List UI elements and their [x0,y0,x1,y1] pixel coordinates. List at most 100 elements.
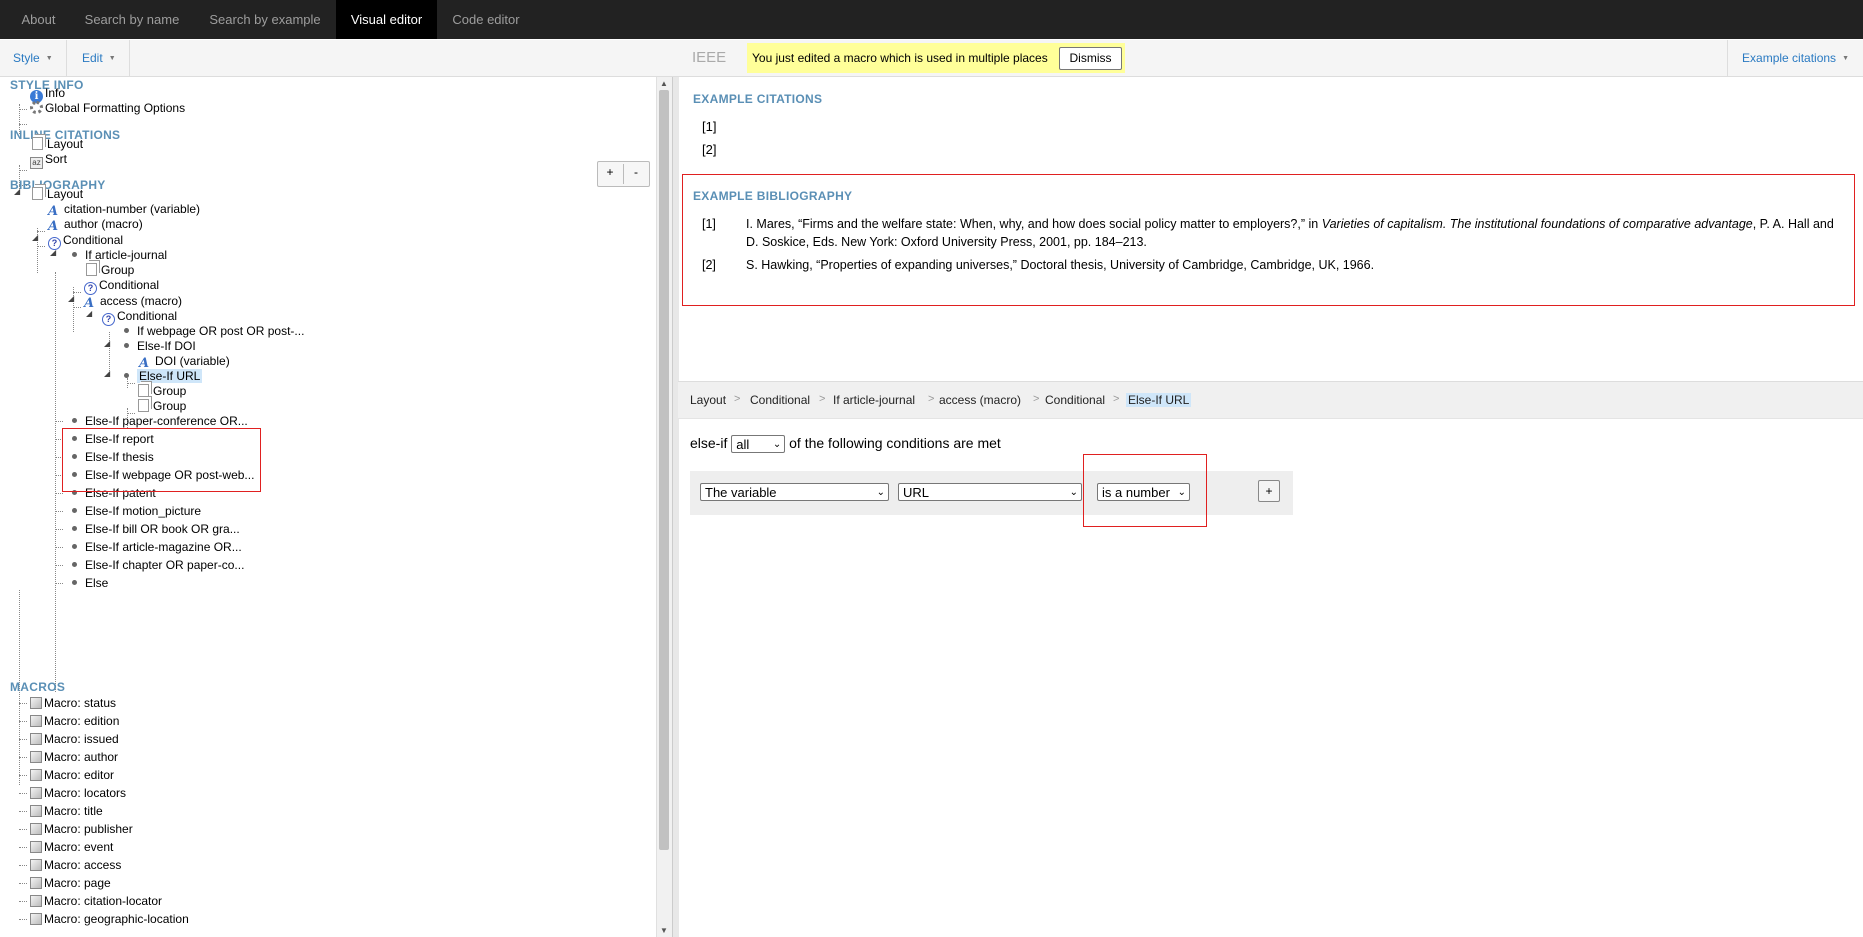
scroll-down-icon[interactable]: ▼ [660,926,668,935]
tree-item-macro[interactable]: Macro: page [30,875,111,891]
tab-visual-editor[interactable]: Visual editor [336,0,437,39]
match-select[interactable]: all ⌄ [731,435,786,453]
tree-item-macro[interactable]: Macro: geographic-location [30,911,189,927]
breadcrumb-current[interactable]: Else-If URL [1126,393,1192,407]
tree-item-doi-variable[interactable]: A DOI (variable) [139,353,230,370]
tree-item-elseif-doi[interactable]: Else-If DOI [122,338,196,354]
tree-item-inline-layout[interactable]: Layout [30,136,83,152]
breadcrumb-access-macro[interactable]: access (macro) [939,393,1021,407]
add-condition-button[interactable]: + [1258,480,1280,502]
tree-item-branch[interactable]: Else-If chapter OR paper-co... [70,557,244,573]
tree-item-citation-number[interactable]: Acitation-number (variable) [48,201,201,218]
macro-icon [30,913,42,925]
tree-item-sort[interactable]: az Sort [30,151,67,169]
breadcrumb-layout[interactable]: Layout [690,393,726,407]
tree-item-macro[interactable]: Macro: title [30,803,103,819]
style-tree-panel: STYLE INFO i Info Global Formatting Optio… [0,77,655,937]
tree-item-macro[interactable]: Macro: citation-locator [30,893,162,909]
tree-item-macro[interactable]: Macro: edition [30,713,119,729]
condition-suffix: of the following conditions are met [789,435,1001,451]
tree-item-label: Global Formatting Options [45,101,186,115]
example-citations-menu[interactable]: Example citations ▼ [1727,40,1863,76]
breadcrumb: Layout > Conditional > If article-journa… [678,381,1863,419]
tab-about[interactable]: About [0,0,77,39]
tree-item-group-2[interactable]: Group [136,398,186,414]
example-citation-1: [1] [702,119,717,134]
bullet-icon [72,252,77,257]
tree-item-group[interactable]: Group [84,262,134,278]
tree-item-global-formatting[interactable]: Global Formatting Options [30,100,185,116]
tree-item-label: Group [153,399,187,413]
collapse-toggle-icon[interactable]: ◢ [86,309,92,318]
tree-item-label: If webpage OR post OR post-... [137,324,305,338]
tree-item-macro[interactable]: Macro: author [30,749,118,765]
tree-item-label: Conditional [117,309,178,323]
tree-item-label: Group [101,263,135,277]
bibliography-entry-1: [1] I. Mares, “Firms and the welfare sta… [702,215,1852,255]
variable-select[interactable]: URL ⌄ [898,483,1082,501]
tree-item-macro[interactable]: Macro: status [30,695,116,711]
top-nav: About Search by name Search by example V… [0,0,1863,39]
breadcrumb-conditional[interactable]: Conditional [750,393,810,407]
tree-item-label: Info [45,86,66,100]
tree-item-branch[interactable]: Else-If paper-conference OR... [70,413,248,429]
test-type-select[interactable]: The variable ⌄ [700,483,889,501]
tree-item-macro[interactable]: Macro: editor [30,767,114,783]
collapse-toggle-icon[interactable]: ◢ [68,294,74,303]
breadcrumb-if-article-journal[interactable]: If article-journal [833,393,915,407]
tree-item-bib-layout[interactable]: Layout [30,186,83,202]
tree-item-label: citation-number (variable) [64,202,201,216]
breadcrumb-conditional-2[interactable]: Conditional [1045,393,1105,407]
tree-item-elseif-url[interactable]: Else-If URL [122,368,203,384]
tree-item-branch[interactable]: Else [70,575,108,591]
style-menu-label: Style [13,51,40,65]
question-icon: ? [102,313,115,326]
collapse-toggle-icon[interactable]: ◢ [50,248,56,257]
tree-item-group-1[interactable]: Group [136,383,186,399]
tree-item-label: Else-If DOI [137,339,196,353]
tree-item-label: Else-If article-magazine OR... [85,540,242,554]
tree-item-info[interactable]: i Info [30,85,66,103]
gear-icon [30,101,43,114]
dismiss-button[interactable]: Dismiss [1059,47,1122,70]
tree-item-if-webpage[interactable]: If webpage OR post OR post-... [122,323,304,339]
scroll-up-icon[interactable]: ▲ [660,79,668,88]
tree-item-label: Macro: editor [44,768,115,782]
tree-item-macro[interactable]: Macro: event [30,839,113,855]
collapse-toggle-icon[interactable]: ◢ [104,369,110,378]
tree-item-conditional[interactable]: ? Conditional [48,232,124,250]
tree-item-label: Conditional [63,233,124,247]
toolbar: Style ▼ Edit ▼ IEEE You just edited a macr… [0,40,1863,77]
expand-button[interactable]: + [598,165,622,179]
tree-item-access-macro[interactable]: Aaccess (macro) [84,293,182,310]
tree-item-label: Layout [47,137,84,151]
collapse-toggle-icon[interactable]: ◢ [104,339,110,348]
tree-item-author-macro[interactable]: Aauthor (macro) [48,216,143,233]
tree-item-inner-conditional[interactable]: ? Conditional [84,277,159,295]
tree-item-label: Macro: locators [44,786,127,800]
scroll-thumb[interactable] [659,90,669,850]
tree-item-label: author (macro) [64,217,143,231]
style-menu[interactable]: Style ▼ [0,40,67,76]
tree-item-macro[interactable]: Macro: access [30,857,121,873]
tree-item-label: DOI (variable) [155,354,230,368]
tree-item-label: Macro: edition [44,714,120,728]
tree-item-macro[interactable]: Macro: publisher [30,821,133,837]
tree-item-branch[interactable]: Else-If bill OR book OR gra... [70,521,240,537]
collapse-button[interactable]: - [624,165,648,179]
collapse-toggle-icon[interactable]: ◢ [14,187,20,196]
tree-scrollbar[interactable]: ▲ ▼ [656,77,672,937]
tab-code-editor[interactable]: Code editor [437,0,535,39]
edit-menu[interactable]: Edit ▼ [69,40,130,76]
tree-item-branch[interactable]: Else-If article-magazine OR... [70,539,242,555]
tree-item-if-article-journal[interactable]: If article-journal [70,247,167,263]
tree-item-access-conditional[interactable]: ? Conditional [102,308,178,326]
macro-icon [30,787,42,799]
tree-item-branch[interactable]: Else-If motion_picture [70,503,201,519]
tab-search-by-example[interactable]: Search by example [195,0,335,39]
tab-search-by-name[interactable]: Search by name [77,0,187,39]
tree-item-macro[interactable]: Macro: locators [30,785,126,801]
collapse-toggle-icon[interactable]: ◢ [32,233,38,242]
entry-text: S. Hawking, “Properties of expanding uni… [746,258,1375,272]
tree-item-macro[interactable]: Macro: issued [30,731,119,747]
